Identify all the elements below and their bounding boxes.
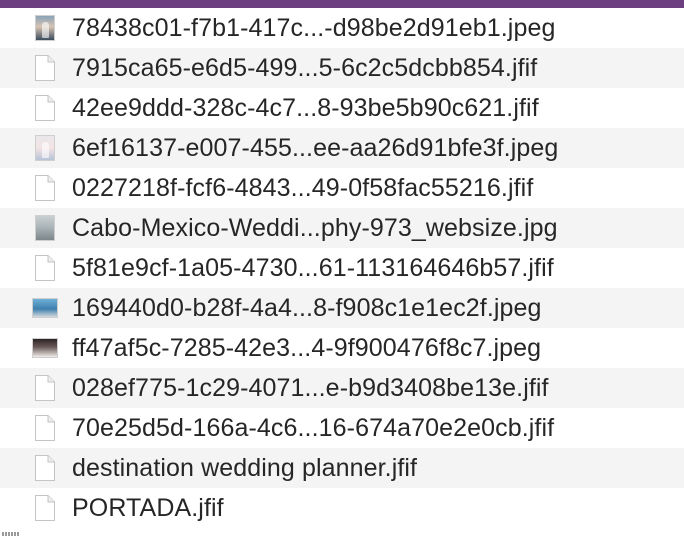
file-name: Cabo-Mexico-Weddi...phy-973_websize.jpg <box>72 214 558 242</box>
file-name: PORTADA.jfif <box>72 494 224 522</box>
file-name: 0227218f-fcf6-4843...49-0f58fac55216.jfi… <box>72 174 534 202</box>
document-icon <box>32 172 58 204</box>
list-item[interactable]: 42ee9ddd-328c-4c7...8-93be5b90c621.jfif <box>0 88 684 128</box>
file-list: 78438c01-f7b1-417c...-d98be2d91eb1.jpeg … <box>0 8 684 528</box>
document-icon <box>32 92 58 124</box>
list-item[interactable]: 70e25d5d-166a-4c6...16-674a70e2e0cb.jfif <box>0 408 684 448</box>
list-item[interactable]: ff47af5c-7285-42e3...4-9f900476f8c7.jpeg <box>0 328 684 368</box>
window-top-bar <box>0 0 684 8</box>
file-name: 028ef775-1c29-4071...e-b9d3408be13e.jfif <box>72 374 549 402</box>
image-thumbnail-icon <box>32 332 58 364</box>
file-name: 7915ca65-e6d5-499...5-6c2c5dcbb854.jfif <box>72 54 538 82</box>
list-item[interactable]: Cabo-Mexico-Weddi...phy-973_websize.jpg <box>0 208 684 248</box>
list-item[interactable]: 028ef775-1c29-4071...e-b9d3408be13e.jfif <box>0 368 684 408</box>
list-item[interactable]: 7915ca65-e6d5-499...5-6c2c5dcbb854.jfif <box>0 48 684 88</box>
list-item[interactable]: 78438c01-f7b1-417c...-d98be2d91eb1.jpeg <box>0 8 684 48</box>
file-name: 169440d0-b28f-4a4...8-f908c1e1ec2f.jpeg <box>72 294 542 322</box>
file-name: 78438c01-f7b1-417c...-d98be2d91eb1.jpeg <box>72 14 556 42</box>
list-item[interactable]: 6ef16137-e007-455...ee-aa26d91bfe3f.jpeg <box>0 128 684 168</box>
file-name: 70e25d5d-166a-4c6...16-674a70e2e0cb.jfif <box>72 414 555 442</box>
list-item[interactable]: 5f81e9cf-1a05-4730...61-113164646b57.jfi… <box>0 248 684 288</box>
document-icon <box>32 492 58 524</box>
file-name: ff47af5c-7285-42e3...4-9f900476f8c7.jpeg <box>72 334 542 362</box>
image-thumbnail-icon <box>32 212 58 244</box>
list-item[interactable]: 0227218f-fcf6-4843...49-0f58fac55216.jfi… <box>0 168 684 208</box>
file-name: destination wedding planner.jfif <box>72 454 418 482</box>
list-item[interactable]: 169440d0-b28f-4a4...8-f908c1e1ec2f.jpeg <box>0 288 684 328</box>
document-icon <box>32 372 58 404</box>
image-thumbnail-icon <box>32 292 58 324</box>
document-icon <box>32 452 58 484</box>
document-icon <box>32 52 58 84</box>
resize-handle[interactable] <box>2 532 20 536</box>
image-thumbnail-icon <box>32 132 58 164</box>
file-name: 42ee9ddd-328c-4c7...8-93be5b90c621.jfif <box>72 94 539 122</box>
document-icon <box>32 412 58 444</box>
document-icon <box>32 252 58 284</box>
list-item[interactable]: destination wedding planner.jfif <box>0 448 684 488</box>
list-item[interactable]: PORTADA.jfif <box>0 488 684 528</box>
image-thumbnail-icon <box>32 12 58 44</box>
file-name: 5f81e9cf-1a05-4730...61-113164646b57.jfi… <box>72 254 554 282</box>
file-name: 6ef16137-e007-455...ee-aa26d91bfe3f.jpeg <box>72 134 559 162</box>
